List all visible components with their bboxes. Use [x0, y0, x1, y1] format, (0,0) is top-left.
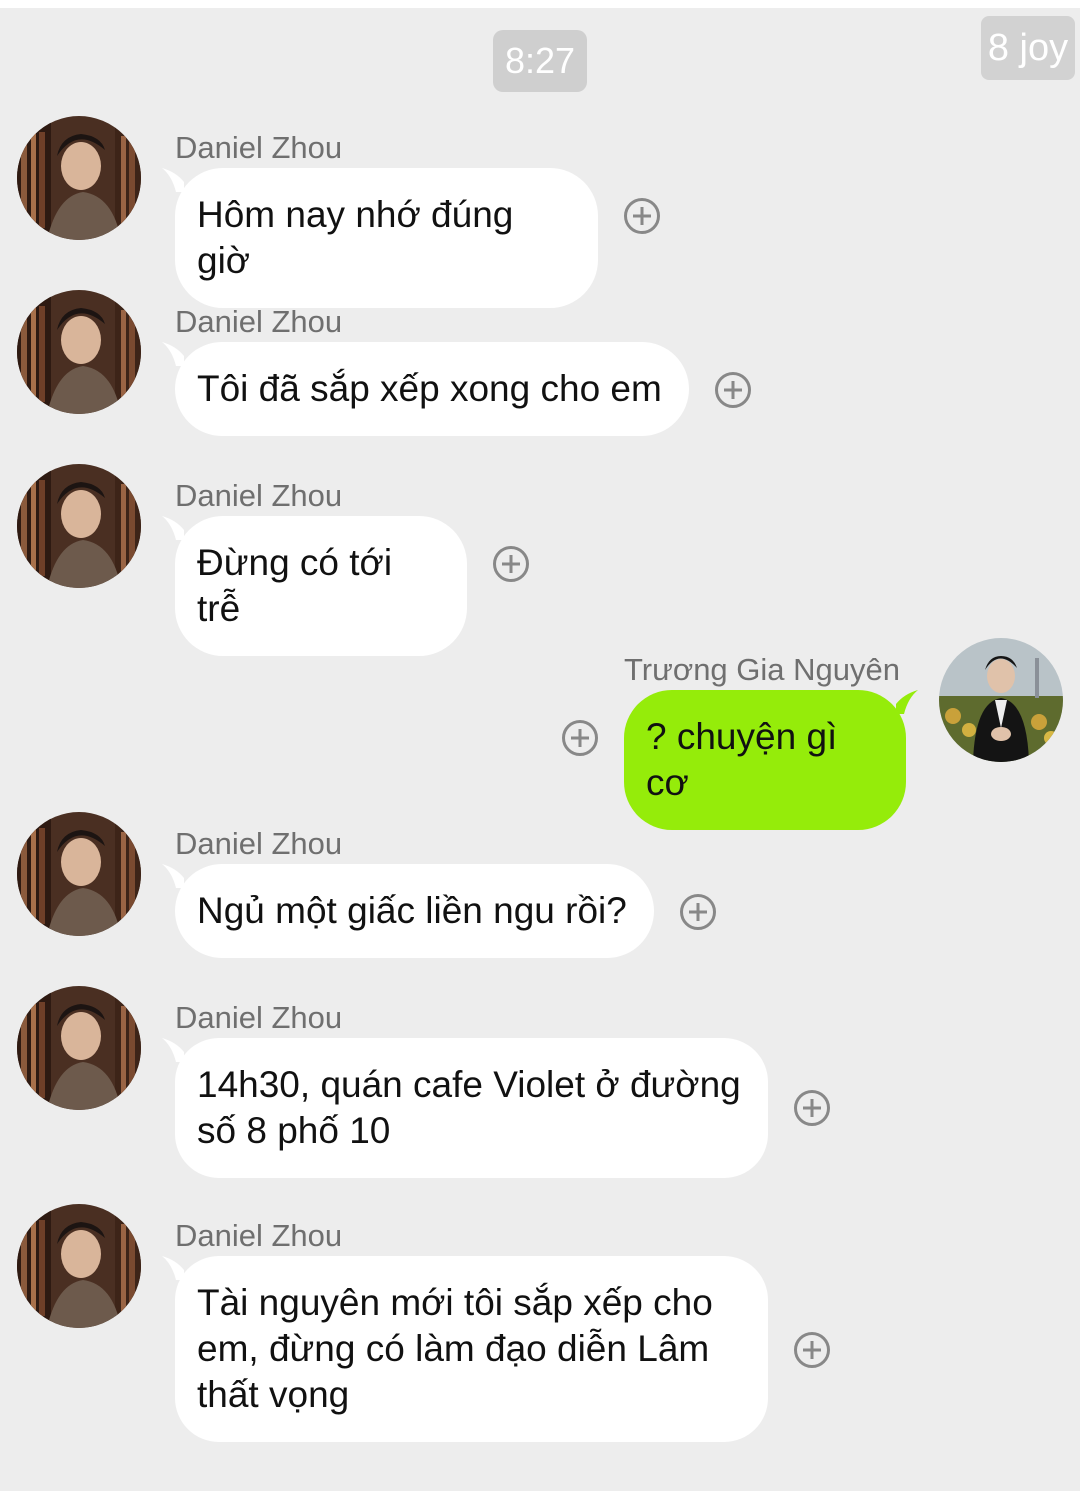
avatar[interactable]	[17, 464, 141, 588]
message-bubble[interactable]: Tài nguyên mới tôi sắp xếp cho em, đừng …	[175, 1256, 768, 1442]
bubble-tail	[162, 864, 184, 888]
avatar[interactable]	[17, 1204, 141, 1328]
sender-name: Daniel Zhou	[175, 826, 343, 861]
plus-circle-icon[interactable]	[492, 545, 530, 583]
sender-name: Daniel Zhou	[175, 130, 343, 165]
avatar[interactable]	[17, 986, 141, 1110]
plus-circle-icon[interactable]	[679, 893, 717, 931]
timestamp-badge: 8:27	[493, 30, 587, 92]
plus-circle-icon[interactable]	[623, 197, 661, 235]
avatar[interactable]	[17, 812, 141, 936]
message-bubble[interactable]: Đừng có tới trễ	[175, 516, 467, 656]
sender-name: Daniel Zhou	[175, 1000, 343, 1035]
message-bubble[interactable]: Tôi đã sắp xếp xong cho em	[175, 342, 689, 436]
message-bubble[interactable]: 14h30, quán cafe Violet ở đường số 8 phố…	[175, 1038, 768, 1178]
avatar[interactable]	[17, 116, 141, 240]
avatar[interactable]	[939, 638, 1063, 762]
plus-circle-icon[interactable]	[714, 371, 752, 409]
sender-name: Trương Gia Nguyên	[624, 652, 900, 687]
sender-name: Daniel Zhou	[175, 478, 343, 513]
message-bubble[interactable]: Ngủ một giấc liền ngu rồi?	[175, 864, 654, 958]
plus-circle-icon[interactable]	[793, 1331, 831, 1369]
plus-circle-icon[interactable]	[793, 1089, 831, 1127]
bubble-tail	[162, 516, 184, 540]
bubble-tail	[896, 690, 918, 714]
message-bubble[interactable]: ? chuyện gì cơ	[624, 690, 906, 830]
sender-name: Daniel Zhou	[175, 1218, 343, 1253]
avatar[interactable]	[17, 290, 141, 414]
plus-circle-icon[interactable]	[561, 719, 599, 757]
chat-screen: 8:27 8 joy Daniel Zhou Hôm nay nhớ đúng …	[0, 8, 1080, 1491]
sender-name: Daniel Zhou	[175, 304, 343, 339]
message-bubble[interactable]: Hôm nay nhớ đúng giờ	[175, 168, 598, 308]
bubble-tail	[162, 342, 184, 366]
watermark-badge: 8 joy	[981, 16, 1075, 80]
bubble-tail	[162, 168, 184, 192]
